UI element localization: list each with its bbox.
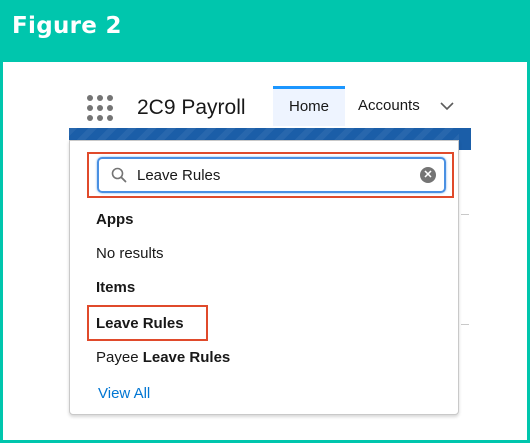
figure-title: Figure 2: [12, 13, 122, 39]
chevron-down-icon[interactable]: [439, 100, 455, 112]
clear-icon[interactable]: ✕: [420, 167, 436, 183]
header-banner-edge: [459, 128, 471, 150]
app-launcher-icon[interactable]: [87, 95, 113, 121]
app-name: 2C9 Payroll: [137, 96, 246, 119]
result-item[interactable]: Leave Rules: [96, 315, 184, 332]
search-icon: [111, 167, 127, 183]
apps-heading: Apps: [96, 211, 134, 228]
result-item-match: Leave Rules: [96, 315, 184, 332]
result-item-match: Leave Rules: [142, 349, 231, 366]
items-heading: Items: [96, 279, 136, 296]
tab-home[interactable]: Home: [273, 86, 345, 126]
screenshot-panel: 2C9 Payroll Home Accounts ✕ Apps No resu…: [3, 62, 527, 440]
search-dropdown: ✕ Apps No results Items Leave Rules Paye…: [69, 140, 459, 415]
search-input[interactable]: [137, 159, 407, 191]
result-item[interactable]: Payee Leave Rules: [96, 349, 230, 366]
search-field[interactable]: ✕: [97, 157, 446, 193]
background-divider: [461, 214, 469, 215]
background-divider: [461, 324, 469, 325]
tab-accounts[interactable]: Accounts: [358, 86, 420, 126]
view-all-link[interactable]: View All: [98, 385, 150, 402]
apps-no-results: No results: [96, 245, 164, 262]
result-item-prefix: Payee: [96, 349, 143, 366]
